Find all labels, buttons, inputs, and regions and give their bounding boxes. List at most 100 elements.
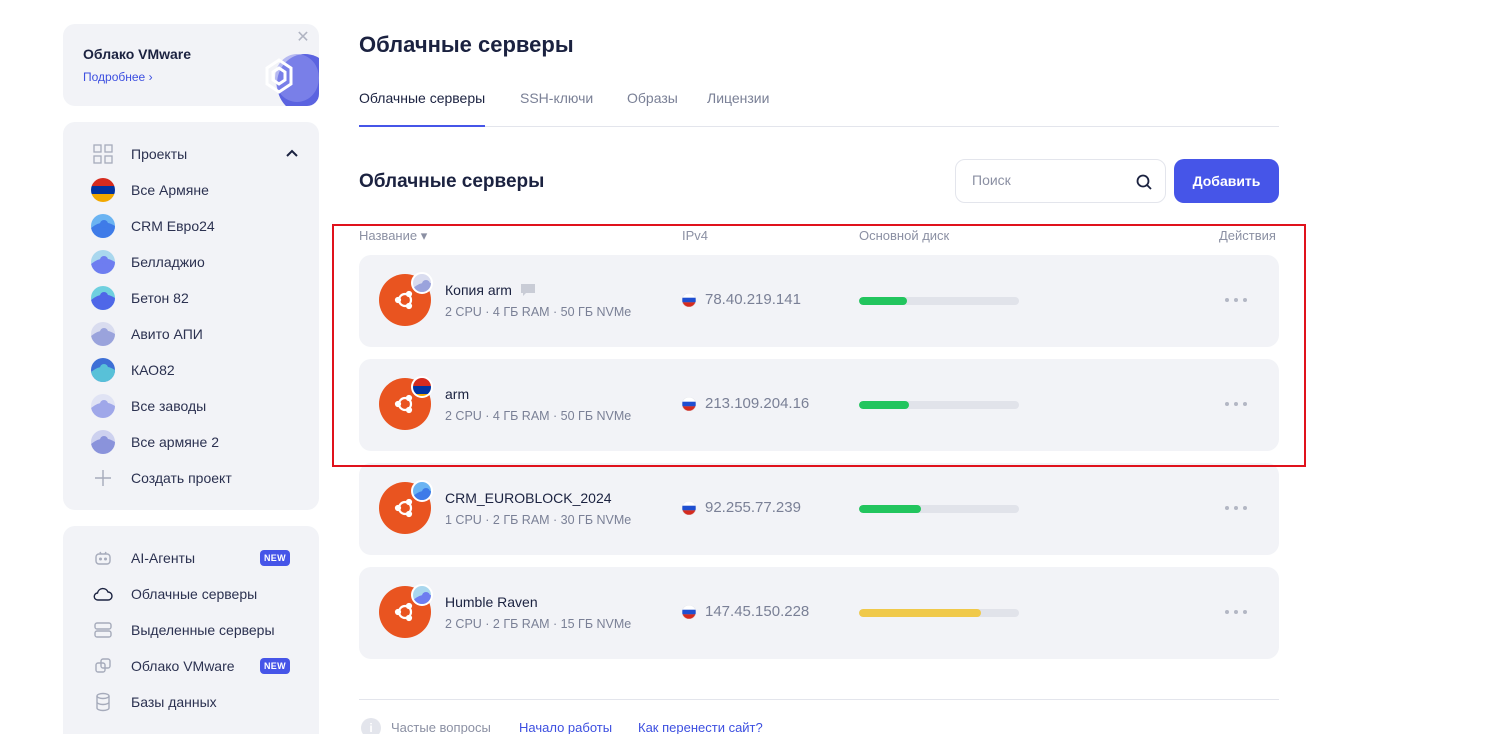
menu-item[interactable]: Облако VMware NEW [91,653,301,679]
project-item[interactable]: Авито АПИ [91,321,301,347]
footer-link-getting-started[interactable]: Начало работы [519,720,612,734]
server-ip[interactable]: 213.109.204.16 [705,395,809,412]
project-item[interactable]: Все армяне 2 [91,429,301,455]
chevron-up-icon[interactable] [283,145,301,163]
more-actions-icon[interactable] [1225,503,1247,513]
column-header-ipv4: IPv4 [682,228,709,243]
server-ip[interactable]: 78.40.219.141 [705,291,801,308]
projects-header-label: Проекты [131,146,188,162]
menu-item-label: Базы данных [131,694,217,710]
project-avatar-icon [91,286,115,310]
create-project-button[interactable]: Создать проект [91,465,301,491]
russia-flag-icon [682,501,696,515]
project-item[interactable]: CRM Евро24 [91,213,301,239]
disk-usage-bar [859,401,1019,409]
main-menu-panel: AI-Агенты NEW Облачные серверы Выделенные с… [63,526,319,734]
project-item-label: Бетон 82 [131,290,189,306]
project-item-label: Белладжио [131,254,205,270]
more-actions-icon[interactable] [1225,607,1247,617]
project-avatar-icon [91,178,115,202]
server-name[interactable]: Humble Raven [445,594,538,610]
menu-item-label: Облачные серверы [131,586,258,602]
disk-usage-bar [859,609,1019,617]
disk-usage-fill [859,401,909,409]
new-badge: NEW [260,550,290,566]
search-box [955,159,1166,203]
menu-item-label: Облако VMware [131,658,235,674]
faq-label: Частые вопросы [391,720,491,734]
more-actions-icon[interactable] [1225,399,1247,409]
disk-usage-fill [859,609,981,617]
menu-item[interactable]: Базы данных [91,689,301,715]
project-item[interactable]: Белладжио [91,249,301,275]
promo-title: Облако VMware [83,46,192,62]
tab-licenses[interactable]: Лицензии [707,90,769,127]
page-title: Облачные серверы [359,32,574,57]
tabs-bar: Облачные серверы SSH-ключи Образы Лиценз… [359,88,1279,127]
search-icon[interactable] [1135,173,1153,191]
disk-usage-bar [859,505,1019,513]
server-row[interactable]: Копия arm 2 CPU · 4 ГБ RAM · 50 ГБ NVMe 78… [359,255,1279,347]
promo-more-link[interactable]: Подробнее › [83,70,153,84]
server-ip[interactable]: 147.45.150.228 [705,603,809,620]
tab-images[interactable]: Образы [627,90,678,127]
server-spec: 2 CPU · 2 ГБ RAM · 15 ГБ NVMe [445,617,632,631]
vmware-icon [91,654,115,678]
disk-usage-fill [859,297,907,305]
project-item-label: CRM Евро24 [131,218,215,234]
vmware-promo-card: Облако VMware Подробнее › ✕ [63,24,319,106]
project-avatar-icon [91,322,115,346]
russia-flag-icon [682,605,696,619]
cloud-icon [91,582,115,606]
project-item[interactable]: Бетон 82 [91,285,301,311]
menu-item[interactable]: AI-Агенты NEW [91,545,301,571]
menu-item[interactable]: Выделенные серверы [91,617,301,643]
tab-ssh-keys[interactable]: SSH-ключи [520,90,593,127]
comment-icon[interactable] [520,283,536,297]
project-item-label: Создать проект [131,470,232,486]
footer-link-migrate-site[interactable]: Как перенести сайт? [638,720,763,734]
russia-flag-icon [682,397,696,411]
tab-cloud-servers[interactable]: Облачные серверы [359,90,486,127]
menu-item[interactable]: Облачные серверы [91,581,301,607]
project-badge-icon [411,272,433,294]
project-badge-icon [411,584,433,606]
close-icon[interactable]: ✕ [295,30,311,46]
project-avatar-icon [91,358,115,382]
server-row[interactable]: Humble Raven 2 CPU · 2 ГБ RAM · 15 ГБ NVM… [359,567,1279,659]
server-spec: 1 CPU · 2 ГБ RAM · 30 ГБ NVMe [445,513,632,527]
column-header-name[interactable]: Название ▾ [359,228,427,244]
info-icon: i [361,718,381,734]
project-item-label: Авито АПИ [131,326,203,342]
menu-item-label: Выделенные серверы [131,622,275,638]
projects-header[interactable]: Проекты [91,141,301,167]
more-actions-icon[interactable] [1225,295,1247,305]
database-icon [91,690,115,714]
server-name[interactable]: Копия arm [445,282,512,298]
project-badge-icon [411,376,433,398]
grid-icon [91,142,115,166]
project-item[interactable]: Все заводы [91,393,301,419]
project-item-label: Все армяне 2 [131,434,219,450]
server-spec: 2 CPU · 4 ГБ RAM · 50 ГБ NVMe [445,409,632,423]
project-avatar-icon [91,394,115,418]
robot-icon [91,546,115,570]
project-item-label: КАО82 [131,362,175,378]
column-header-actions: Действия [1219,228,1276,243]
add-button[interactable]: Добавить [1174,159,1279,203]
project-avatar-icon [91,214,115,238]
server-row[interactable]: CRM_EUROBLOCK_2024 1 CPU · 2 ГБ RAM · 30 … [359,463,1279,555]
server-name[interactable]: CRM_EUROBLOCK_2024 [445,490,612,506]
disk-usage-fill [859,505,922,513]
project-item[interactable]: Все Армяне [91,177,301,203]
project-avatar-icon [91,250,115,274]
server-ip[interactable]: 92.255.77.239 [705,499,801,516]
disk-usage-bar [859,297,1019,305]
server-name[interactable]: arm [445,386,469,402]
project-item[interactable]: КАО82 [91,357,301,383]
server-row[interactable]: arm 2 CPU · 4 ГБ RAM · 50 ГБ NVMe 213.109.… [359,359,1279,451]
project-item-label: Все заводы [131,398,207,414]
project-item-label: Все Армяне [131,182,209,198]
search-input[interactable] [972,172,1122,188]
plus-icon [91,466,115,490]
